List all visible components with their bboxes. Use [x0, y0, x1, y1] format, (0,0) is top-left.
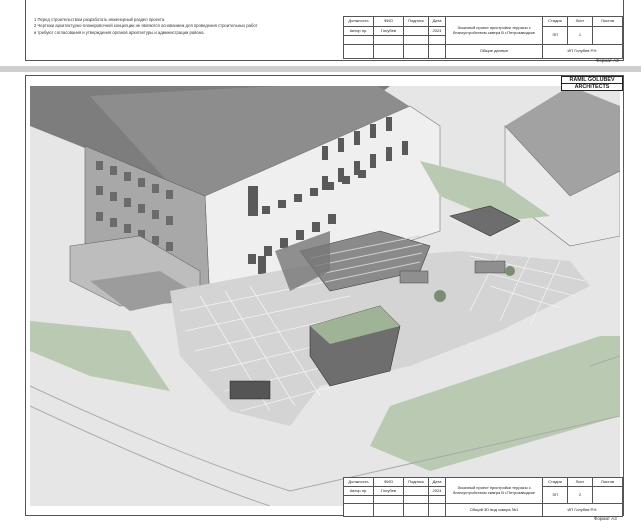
title-block-1: Должность ФИО Подпись Дата Эскизный прое… — [343, 16, 623, 59]
stamp2-r-date: 2024 — [428, 486, 446, 496]
stamp2-h-sheets: Листов — [592, 477, 623, 487]
stamp-h-sheet: Лист — [567, 16, 593, 27]
stamp-r-position: Автор пр. — [343, 26, 374, 36]
stamp-r-sign — [403, 26, 429, 36]
sheet-1: 1 Перед строительством разработать инжен… — [0, 0, 641, 66]
stamp2-sheets — [592, 486, 623, 504]
stamp2-h-date: Дата — [428, 477, 446, 487]
stamp-h-date: Дата — [428, 16, 446, 27]
stamp-project-name: Эскизный проект пристройки террасы с бла… — [445, 16, 543, 45]
note-3: и требуют согласования и утверждения орг… — [34, 29, 205, 35]
stamp2-project-name: Эскизный проект пристройки террасы с бла… — [445, 477, 543, 504]
stamp2-h-sheet: Лист — [567, 477, 593, 487]
stamp-h-stage: Стадия — [542, 16, 568, 27]
stamp2-r-position: Автор пр. — [343, 486, 374, 496]
stamp-stage: ЭП — [542, 26, 568, 45]
tree-1 — [434, 290, 446, 302]
general-notes: 1 Перед строительством разработать инжен… — [34, 17, 258, 36]
stamp-sheet-title: Общие данные — [445, 44, 543, 59]
planter-1 — [399, 270, 429, 284]
3d-square-view — [30, 86, 620, 506]
planter-2 — [474, 260, 506, 274]
format-label-1: Формат А3 — [596, 58, 619, 63]
stamp2-sheet: 2 — [567, 486, 593, 504]
stamp2-h-stage: Стадия — [542, 477, 568, 487]
stamp-sheets — [592, 26, 623, 45]
stamp2-stage: ЭП — [542, 486, 568, 504]
stamp2-author: ИП Голубев Р.Н. — [542, 503, 623, 517]
stamp-author: ИП Голубев Р.Н. — [542, 44, 623, 59]
tree-2 — [505, 266, 515, 276]
stamp-h-name: ФИО — [373, 16, 404, 27]
logo-line-1: RAMIL GOLUBEV — [569, 77, 615, 83]
stamp2-sheet-title: Общий 3D вид сквера №1 — [445, 503, 543, 517]
sheet-2: RAMIL GOLUBEV ARCHITECTS Должность ФИО П… — [0, 72, 641, 528]
stamp2-r-name: Голубев — [373, 486, 404, 496]
format-label-2: Формат А3 — [594, 516, 617, 521]
stamp-sheet: 1 — [567, 26, 593, 45]
stamp2-h-position: Должность — [343, 477, 374, 487]
logo-line-2: ARCHITECTS — [562, 83, 622, 90]
stamp-r-name: Голубев — [373, 26, 404, 36]
bench-structure — [229, 380, 271, 400]
stamp-h-sign: Подпись — [403, 16, 429, 27]
stamp2-h-sign: Подпись — [403, 477, 429, 487]
stamp-h-position: Должность — [343, 16, 374, 27]
stamp-r-date: 2024 — [428, 26, 446, 36]
architect-logo: RAMIL GOLUBEV ARCHITECTS — [561, 76, 623, 91]
stamp2-r-sign — [403, 486, 429, 496]
title-block-2: Должность ФИО Подпись Дата Эскизный прое… — [343, 477, 623, 517]
note-2: 2 Чертежи архитектурно-планировочной кон… — [34, 23, 258, 29]
stamp-h-sheets: Листов — [592, 16, 623, 27]
stamp2-h-name: ФИО — [373, 477, 404, 487]
